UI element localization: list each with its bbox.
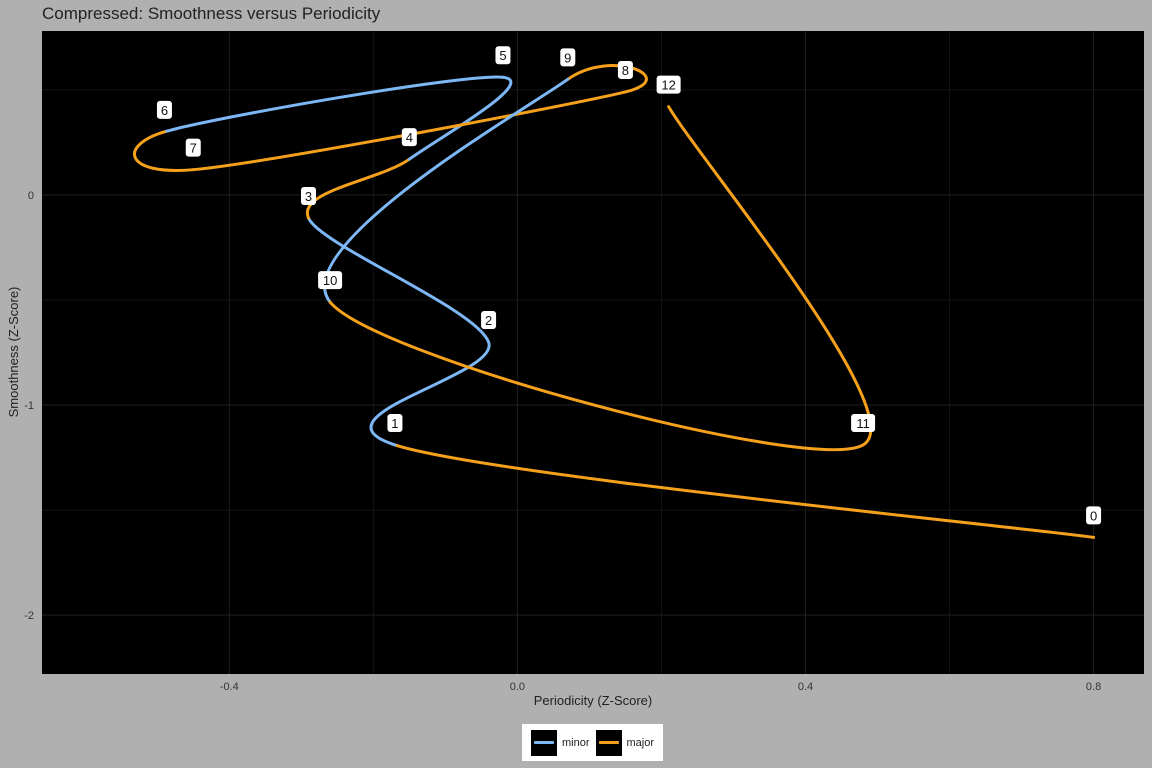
x-tick-label: 0.0 xyxy=(510,681,525,693)
point-label-text: 4 xyxy=(406,130,413,145)
point-label-9: 9 xyxy=(560,48,576,67)
point-label-1: 1 xyxy=(387,413,403,432)
point-label-text: 9 xyxy=(564,50,571,65)
point-label-text: 5 xyxy=(499,48,506,63)
point-label-text: 11 xyxy=(856,416,870,431)
point-label-text: 3 xyxy=(305,189,312,204)
point-label-text: 6 xyxy=(161,103,168,118)
legend-key-major xyxy=(595,729,622,756)
point-label-0: 0 xyxy=(1086,506,1102,525)
point-label-text: 10 xyxy=(323,273,337,288)
point-label-text: 8 xyxy=(622,63,629,78)
point-label-6: 6 xyxy=(156,100,172,119)
point-label-2: 2 xyxy=(481,310,497,329)
legend-label-minor: minor xyxy=(561,736,590,749)
x-tick-label: 0.4 xyxy=(798,681,813,693)
legend-key-minor xyxy=(530,729,557,756)
point-label-text: 0 xyxy=(1090,508,1097,523)
x-axis: -0.4 0.0 0.4 0.8 xyxy=(220,681,1101,693)
legend: minor major xyxy=(522,724,663,761)
plot-background xyxy=(42,31,1144,674)
x-tick-label: 0.8 xyxy=(1086,681,1101,693)
legend-item-minor: minor xyxy=(530,729,590,756)
y-tick-label: 0 xyxy=(28,190,34,202)
x-axis-label: Periodicity (Z-Score) xyxy=(534,693,652,708)
y-tick-label: -2 xyxy=(24,610,34,622)
y-axis-label: Smoothness (Z-Score) xyxy=(6,287,21,418)
y-tick-label: -1 xyxy=(24,400,34,412)
point-label-7: 7 xyxy=(185,138,201,157)
point-label-text: 2 xyxy=(485,313,492,328)
point-label-4: 4 xyxy=(401,128,417,147)
legend-item-major: major xyxy=(595,729,655,756)
point-label-text: 1 xyxy=(391,416,398,431)
point-label-12: 12 xyxy=(656,75,681,94)
y-axis: -2 -1 0 xyxy=(24,190,34,622)
chart-svg: 0123456789101112 -0.4 0.0 0.4 0.8 -2-10 Per… xyxy=(6,31,1144,708)
legend-label-major: major xyxy=(626,736,655,749)
point-label-8: 8 xyxy=(617,60,633,79)
point-label-11: 11 xyxy=(851,413,876,432)
point-label-text: 7 xyxy=(190,141,197,156)
x-tick-label: -0.4 xyxy=(220,681,239,693)
point-label-5: 5 xyxy=(495,46,511,65)
point-label-10: 10 xyxy=(318,271,343,290)
point-label-text: 12 xyxy=(661,78,675,93)
point-label-3: 3 xyxy=(300,187,316,206)
